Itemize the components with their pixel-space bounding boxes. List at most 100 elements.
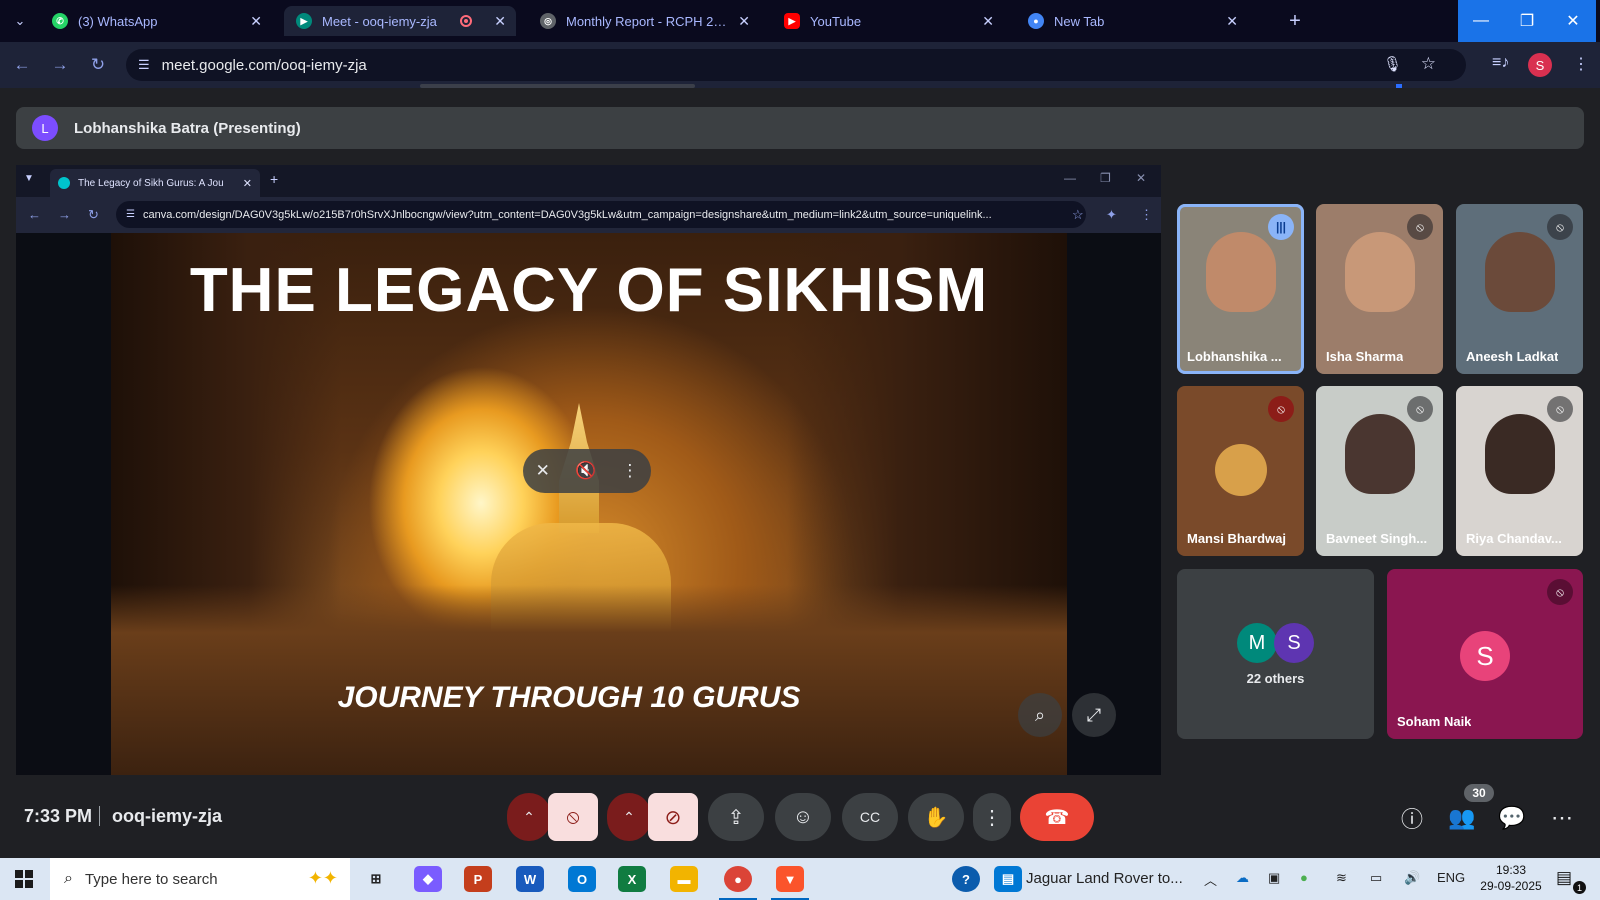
chrome-icon[interactable]: ● [724, 866, 752, 892]
address-bar[interactable]: ☰ meet.google.com/ooq-iemy-zja 🎙 ☆ [126, 49, 1466, 81]
task-view-icon[interactable]: ⊞ [362, 866, 390, 892]
close-tab-icon[interactable]: ✕ [494, 13, 506, 30]
tab-search-chevron-icon[interactable]: ⌄ [6, 8, 34, 34]
restore-icon[interactable]: ❐ [1504, 0, 1550, 42]
powerpoint-icon[interactable]: P [464, 866, 492, 892]
shared-tab: The Legacy of Sikh Gurus: A Jou ✕ [50, 169, 260, 197]
close-tab-icon[interactable]: ✕ [982, 13, 994, 30]
zoom-icon[interactable]: ⌕ [1018, 693, 1062, 737]
language-indicator[interactable]: ENG [1437, 870, 1465, 885]
tab-whatsapp[interactable]: ✆ (3) WhatsApp ✕ [40, 6, 272, 36]
present-screen-button[interactable]: ⇪ [708, 793, 764, 841]
others-avatar: M [1237, 623, 1277, 663]
more-options-button[interactable]: ⋮ [973, 793, 1011, 841]
recording-icon [460, 15, 473, 27]
device-icon[interactable]: ▣ [1268, 870, 1280, 886]
participant-tile[interactable]: ||| Lobhanshika ... [1177, 204, 1304, 374]
notifications-icon[interactable]: ▤ 1 [1556, 868, 1586, 894]
site-info-icon[interactable]: ☰ [138, 57, 150, 73]
whatsapp-icon: ✆ [52, 13, 68, 29]
captions-button[interactable]: CC [842, 793, 898, 841]
search-highlight-icon: ✦✦ [307, 868, 338, 888]
volume-icon[interactable]: 🔊 [1404, 870, 1420, 886]
mic-off-icon: ⦸ [1547, 396, 1573, 422]
participant-tile[interactable]: ⦸ Aneesh Ladkat [1456, 204, 1583, 374]
participant-tile[interactable]: ⦸ S Soham Naik [1387, 569, 1583, 739]
word-icon[interactable]: W [516, 866, 544, 892]
close-window-icon[interactable]: ✕ [1550, 0, 1596, 42]
mute-audio-icon[interactable]: 🔇 [575, 461, 596, 481]
close-tab-icon[interactable]: ✕ [738, 13, 750, 30]
camera-off-button[interactable]: ⊘ [648, 793, 698, 841]
meeting-time: 7:33 PM [24, 806, 93, 826]
excel-icon[interactable]: X [618, 866, 646, 892]
outlook-icon[interactable]: O [568, 866, 596, 892]
taskbar-search[interactable]: ⌕ Type here to search ✦✦ [50, 858, 350, 900]
more-options-icon[interactable]: ⋮ [621, 461, 638, 481]
site-info-icon: ☰ [126, 209, 135, 220]
tab-youtube[interactable]: ▶ YouTube ✕ [772, 6, 1004, 36]
meeting-info-icon[interactable]: ⓘ [1394, 803, 1430, 833]
forward-arrow-icon[interactable]: → [48, 54, 72, 76]
file-explorer-icon[interactable]: ▬ [670, 866, 698, 892]
mic-off-icon: ⦸ [1407, 214, 1433, 240]
browser-menu-icon[interactable]: ⋮ [1573, 54, 1589, 74]
video-options-chevron-icon[interactable]: ⌃ [607, 793, 651, 841]
crowd-image [111, 585, 1067, 775]
bookmark-star-icon[interactable]: ☆ [1421, 54, 1436, 74]
leave-call-button[interactable]: ☎ [1020, 793, 1094, 841]
activities-icon[interactable]: ⋯ [1544, 803, 1580, 833]
windows-start-icon[interactable] [0, 858, 48, 900]
show-hidden-icons-chevron-icon[interactable]: ︿ [1204, 870, 1217, 889]
audio-options-chevron-icon[interactable]: ⌃ [507, 793, 551, 841]
close-tab-icon[interactable]: ✕ [1226, 13, 1238, 30]
close-tab-icon[interactable]: ✕ [250, 13, 262, 30]
menu-icon: ⋮ [1140, 207, 1153, 222]
media-controls-icon[interactable]: ≡♪ [1492, 54, 1509, 72]
reload-icon[interactable]: ↻ [86, 54, 110, 76]
copilot-icon[interactable]: ◆ [414, 866, 442, 892]
close-icon: ✕ [242, 177, 252, 190]
emoji-reaction-button[interactable]: ☺ [775, 793, 831, 841]
profile-avatar[interactable]: S [1528, 53, 1552, 77]
news-icon[interactable]: ▤ [994, 866, 1022, 892]
microphone-icon[interactable]: 🎙 [1383, 55, 1402, 73]
chat-icon[interactable]: 💬 [1494, 803, 1530, 833]
tab-new-tab[interactable]: ● New Tab ✕ [1016, 6, 1248, 36]
unpin-icon[interactable]: ✕ [536, 461, 550, 481]
tab-monthly-report[interactable]: ◎ Monthly Report - RCPH 25-26 ✕ [528, 6, 760, 36]
globe-icon: ◎ [540, 13, 556, 29]
presenter-label: Lobhanshika Batra (Presenting) [74, 119, 301, 137]
mic-off-button[interactable]: ⦸ [548, 793, 598, 841]
participant-tile[interactable]: ⦸ Mansi Bhardwaj [1177, 386, 1304, 556]
battery-icon[interactable]: ▭ [1370, 870, 1382, 886]
wifi-icon[interactable]: ≋ [1336, 870, 1347, 886]
back-arrow-icon[interactable]: ← [10, 54, 34, 76]
security-icon[interactable]: ● [1300, 870, 1308, 885]
new-tab-plus-icon[interactable]: + [1281, 8, 1309, 34]
brave-icon[interactable]: ▼ [776, 866, 804, 892]
others-tile[interactable]: M S 22 others [1177, 569, 1374, 739]
search-icon: ⌕ [64, 870, 73, 887]
participant-tile[interactable]: ⦸ Bavneet Singh... [1316, 386, 1443, 556]
windows-taskbar: ⌕ Type here to search ✦✦ ⊞ ◆ P W O X ▬ ●… [0, 858, 1600, 900]
participant-tile[interactable]: ⦸ Riya Chandav... [1456, 386, 1583, 556]
browser-tab-strip: ⌄ ✆ (3) WhatsApp ✕ ▶ Meet - ooq-iemy-zja… [0, 0, 1600, 42]
help-icon[interactable]: ? [952, 866, 980, 892]
slide-subtitle: JOURNEY THROUGH 10 GURUS [337, 681, 801, 714]
participant-video [1344, 414, 1415, 494]
participant-video [1205, 232, 1276, 312]
participant-tile[interactable]: ⦸ Isha Sharma [1316, 204, 1443, 374]
participant-video [1484, 232, 1555, 312]
raise-hand-button[interactable]: ✋ [908, 793, 964, 841]
onedrive-icon[interactable]: ☁ [1236, 870, 1249, 886]
mic-off-icon: ⦸ [1407, 396, 1433, 422]
meeting-code: ooq-iemy-zja [112, 806, 223, 826]
fullscreen-icon[interactable]: ⤢ [1072, 693, 1116, 737]
taskbar-clock[interactable]: 19:33 29-09-2025 [1476, 862, 1546, 894]
news-headline[interactable]: Jaguar Land Rover to... [1026, 870, 1183, 887]
minimize-icon[interactable]: — [1458, 0, 1504, 42]
tab-meet[interactable]: ▶ Meet - ooq-iemy-zja ✕ [284, 6, 516, 36]
plus-icon: + [270, 171, 279, 187]
people-icon[interactable]: 👥 [1444, 803, 1480, 833]
